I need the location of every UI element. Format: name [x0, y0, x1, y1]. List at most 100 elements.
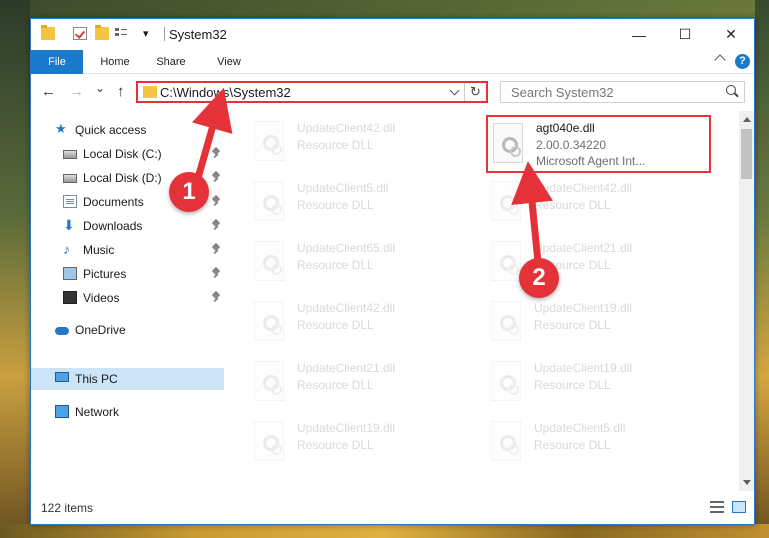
address-path: C:\Windows\System32 — [160, 85, 291, 100]
collapse-ribbon-icon[interactable] — [714, 54, 726, 66]
callout-2-badge: 2 — [519, 258, 559, 298]
file-description: Microsoft Agent Int... — [536, 154, 646, 168]
toolbar-dropdown-icon[interactable]: ▾ — [143, 27, 149, 40]
file-description: Resource DLL — [297, 378, 374, 392]
file-item[interactable]: UpdateClient5.dll Resource DLL — [486, 415, 711, 473]
maximize-button[interactable]: ☐ — [662, 19, 708, 50]
file-name: UpdateClient21.dll — [297, 361, 396, 375]
tab-share[interactable]: Share — [145, 50, 197, 74]
refresh-button[interactable]: ↻ — [464, 83, 486, 101]
scroll-up-icon[interactable] — [743, 117, 751, 122]
highlighted-file-item[interactable]: agt040e.dll 2.00.0.34220 Microsoft Agent… — [486, 115, 711, 173]
close-button[interactable]: ✕ — [708, 19, 754, 50]
sidebar-item-label: Local Disk (D:) — [83, 171, 162, 185]
search-box[interactable]: Search System32 — [500, 81, 745, 103]
sidebar-item-pictures[interactable]: Pictures — [31, 263, 224, 285]
sidebar-item-label: Network — [75, 405, 120, 419]
file-item[interactable]: UpdateClient19.dll Resource DLL — [486, 295, 711, 353]
star-icon: ★ — [55, 121, 67, 136]
disk-icon — [63, 174, 77, 183]
file-name: UpdateClient42.dll — [297, 301, 396, 315]
sidebar-item-videos[interactable]: Videos — [31, 287, 224, 309]
file-list: UpdateClient42.dll Resource DLL UpdateCl… — [227, 111, 737, 491]
navigation-bar: ← → ⌄ ↑ C:\Windows\System32 ↻ Search Sys… — [31, 75, 754, 109]
file-item[interactable]: UpdateClient42.dll Resource DLL — [249, 295, 474, 353]
sidebar-item-music[interactable]: ♪ Music — [31, 239, 224, 261]
scroll-thumb[interactable] — [741, 129, 752, 179]
pin-icon — [212, 220, 220, 231]
sidebar-item-label: Local Disk (C:) — [83, 147, 162, 161]
dll-file-icon — [491, 301, 521, 341]
file-item[interactable]: UpdateClient42.dll Resource DLL — [249, 115, 474, 173]
pin-icon — [212, 268, 220, 279]
file-name: UpdateClient19.dll — [534, 361, 633, 375]
file-item[interactable]: UpdateClient19.dll Resource DLL — [486, 355, 711, 413]
callout-1-badge: 1 — [169, 172, 209, 212]
sidebar-item-this-pc[interactable]: This PC — [31, 368, 224, 390]
address-folder-icon — [143, 86, 157, 98]
recent-locations-button[interactable]: ⌄ — [95, 81, 105, 95]
sidebar-item-local-disk-c[interactable]: Local Disk (C:) — [31, 143, 224, 165]
file-description: Resource DLL — [297, 258, 374, 272]
sidebar-item-label: Music — [83, 243, 115, 257]
file-name: UpdateClient65.dll — [297, 241, 396, 255]
details-view-icon[interactable] — [710, 501, 724, 513]
sidebar-item-onedrive[interactable]: OneDrive — [31, 319, 224, 341]
file-description: Resource DLL — [534, 378, 611, 392]
large-icons-view-icon[interactable] — [732, 501, 746, 513]
sidebar-item-downloads[interactable]: ⬇ Downloads — [31, 215, 224, 237]
new-folder-icon[interactable] — [95, 25, 109, 40]
file-item[interactable]: UpdateClient65.dll Resource DLL — [249, 235, 474, 293]
file-description: Resource DLL — [297, 138, 374, 152]
tab-view[interactable]: View — [203, 50, 255, 74]
help-button[interactable]: ? — [735, 54, 750, 69]
title-separator — [164, 27, 165, 41]
downloads-icon: ⬇ — [63, 217, 75, 233]
scroll-down-icon[interactable] — [743, 480, 751, 485]
network-icon — [55, 405, 69, 418]
title-bar: ▾ System32 — ☐ ✕ — [31, 19, 754, 50]
tab-file[interactable]: File — [31, 50, 83, 74]
tab-home[interactable]: Home — [89, 50, 141, 74]
sidebar-item-label: OneDrive — [75, 323, 126, 337]
file-name: UpdateClient19.dll — [297, 421, 396, 435]
dll-file-icon — [491, 421, 521, 461]
file-description: Resource DLL — [297, 198, 374, 212]
sidebar-item-network[interactable]: Network — [31, 401, 224, 423]
file-name: UpdateClient21.dll — [534, 241, 633, 255]
vertical-scrollbar[interactable] — [739, 111, 754, 491]
desktop-background-left — [0, 0, 30, 538]
forward-button[interactable]: → — [69, 83, 84, 100]
search-input[interactable]: Search System32 — [511, 85, 614, 100]
desktop-background-bottom — [0, 524, 769, 538]
sidebar-item-label: Quick access — [75, 123, 147, 137]
file-description: Resource DLL — [297, 438, 374, 452]
ribbon: File Home Share View ? — [31, 50, 754, 74]
search-icon[interactable] — [726, 85, 736, 95]
up-button[interactable]: ↑ — [117, 83, 125, 100]
music-icon: ♪ — [63, 241, 70, 257]
file-item[interactable]: UpdateClient5.dll Resource DLL — [249, 175, 474, 233]
back-button[interactable]: ← — [41, 83, 56, 100]
customize-toolbar-icon[interactable] — [115, 27, 131, 40]
onedrive-icon — [55, 327, 69, 335]
file-name: UpdateClient5.dll — [297, 181, 389, 195]
address-dropdown-icon[interactable] — [449, 85, 460, 96]
sidebar-item-label: Documents — [83, 195, 144, 209]
videos-icon — [63, 291, 77, 304]
sidebar-item-label: Videos — [83, 291, 120, 305]
sidebar-item-label: Downloads — [83, 219, 143, 233]
file-item[interactable]: UpdateClient42.dll Resource DLL — [486, 175, 711, 233]
dll-file-icon — [491, 181, 521, 221]
address-bar[interactable]: C:\Windows\System32 ↻ — [136, 81, 488, 103]
documents-icon — [63, 195, 77, 208]
navigation-pane: ★ Quick access Local Disk (C:) Local Dis… — [31, 111, 224, 491]
file-item[interactable]: UpdateClient19.dll Resource DLL — [249, 415, 474, 473]
pin-icon — [212, 172, 220, 183]
minimize-button[interactable]: — — [616, 19, 662, 50]
file-item[interactable]: UpdateClient21.dll Resource DLL — [249, 355, 474, 413]
dll-file-icon — [493, 123, 523, 163]
sidebar-item-quick-access[interactable]: ★ Quick access — [31, 119, 224, 141]
dll-file-icon — [254, 181, 284, 221]
properties-icon[interactable] — [73, 27, 87, 40]
